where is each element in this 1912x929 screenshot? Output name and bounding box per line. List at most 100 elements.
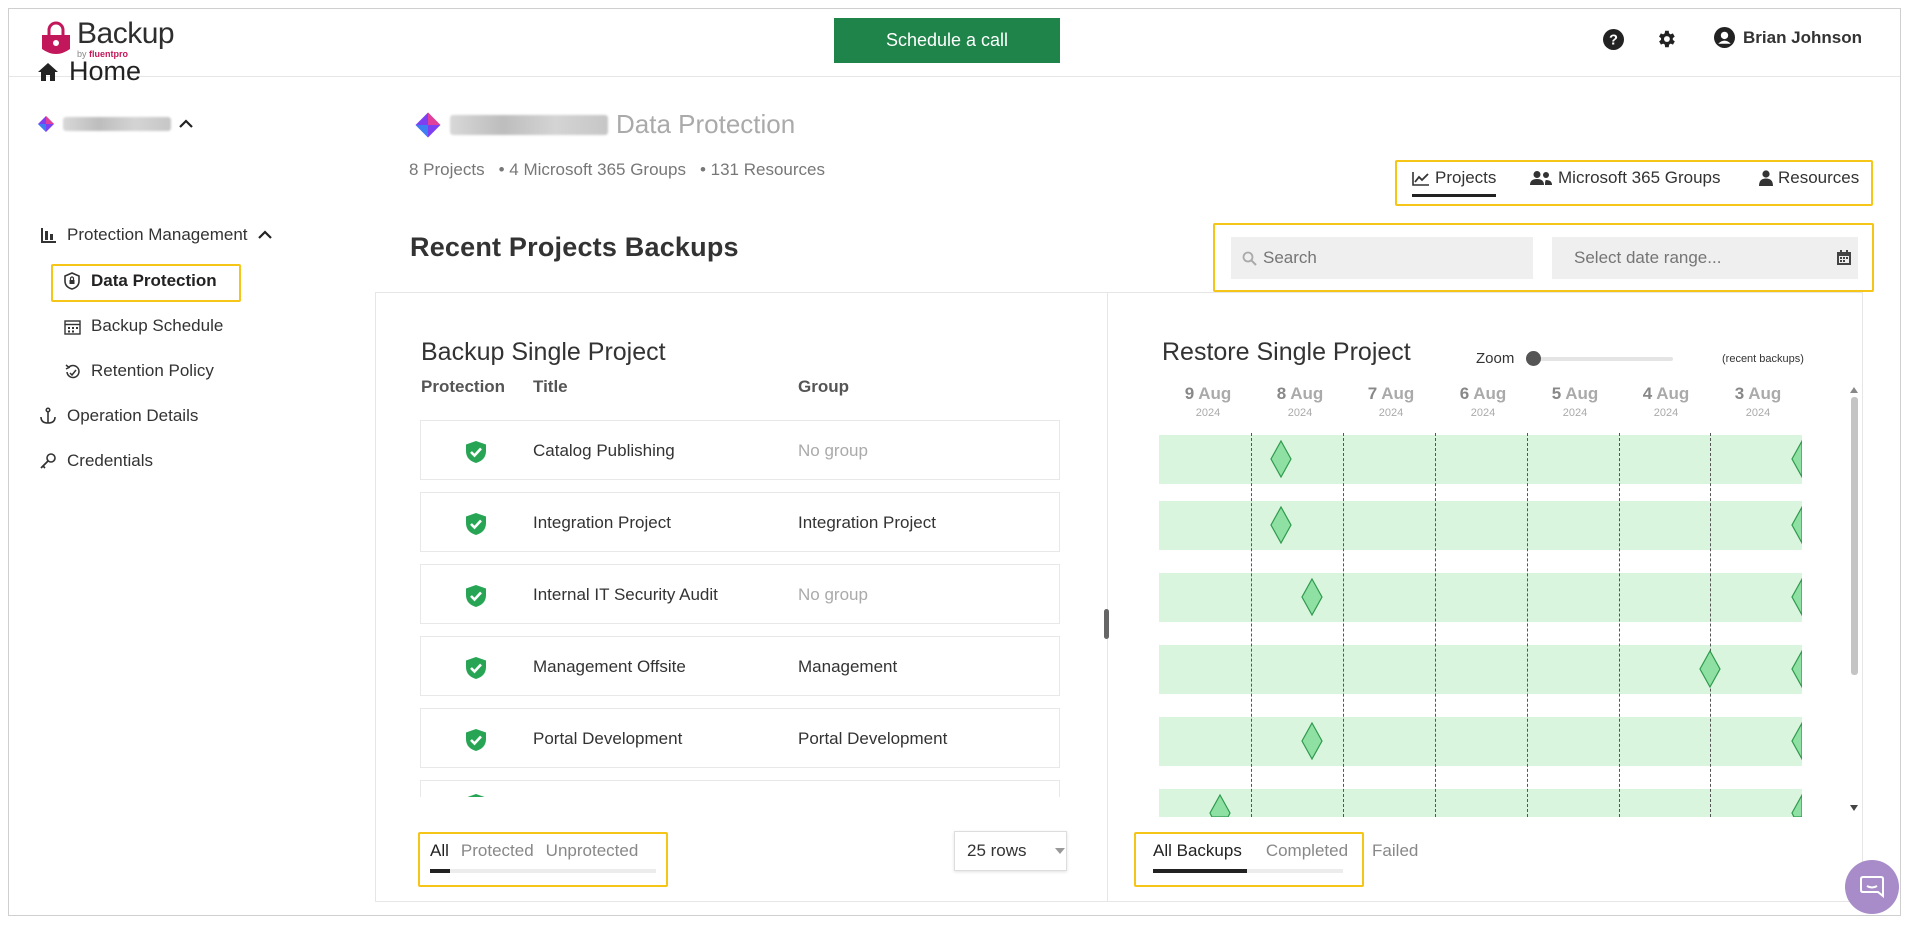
backup-marker-partial[interactable] xyxy=(1791,506,1802,544)
anchor-icon xyxy=(39,407,57,425)
table-row[interactable]: Catalog Publishing No group xyxy=(420,420,1060,480)
zoom-slider-track[interactable] xyxy=(1529,357,1673,361)
timeline-lane xyxy=(1159,789,1802,817)
backup-marker-partial[interactable] xyxy=(1791,578,1802,616)
row-title: Management Offsite xyxy=(533,657,686,676)
filter-unprotected[interactable]: Unprotected xyxy=(540,841,645,871)
timeline-lane xyxy=(1159,573,1802,622)
users-icon xyxy=(1530,171,1552,185)
column-title[interactable]: Title xyxy=(533,377,568,397)
shield-check-icon xyxy=(466,585,486,607)
gear-icon[interactable] xyxy=(1654,27,1678,51)
rows-per-page-select[interactable]: 25 rows xyxy=(954,831,1067,871)
table-row[interactable]: Internal IT Security Audit No group xyxy=(420,564,1060,624)
chevron-up-icon xyxy=(257,230,272,239)
row-group: No group xyxy=(798,441,868,460)
user-menu[interactable]: Brian Johnson xyxy=(1714,27,1862,48)
sidebar-item-backup-schedule[interactable]: Backup Schedule xyxy=(63,316,223,336)
backup-marker[interactable] xyxy=(1699,650,1721,688)
schedule-call-button[interactable]: Schedule a call xyxy=(834,18,1060,63)
logo-wordmark: Backup xyxy=(77,17,175,50)
groups-count: • 4 Microsoft 365 Groups xyxy=(498,160,686,179)
backup-marker-partial[interactable] xyxy=(1791,440,1802,478)
sidebar-item-operation-details[interactable]: Operation Details xyxy=(39,406,198,426)
sidebar-item-protection-management[interactable]: Protection Management xyxy=(39,225,272,245)
recent-backups-label: (recent backups) xyxy=(1722,353,1804,365)
panel-resize-handle[interactable] xyxy=(1104,609,1109,639)
scroll-up-icon[interactable] xyxy=(1850,387,1858,393)
shield-check-icon xyxy=(466,729,486,751)
tab-resources[interactable]: Resources xyxy=(1759,168,1859,188)
tab-projects[interactable]: Projects xyxy=(1412,168,1497,197)
backup-marker-partial[interactable] xyxy=(1791,722,1802,760)
timeline-lane xyxy=(1159,435,1802,484)
table-row[interactable]: Management Offsite Management xyxy=(420,636,1060,696)
backup-marker[interactable] xyxy=(1270,506,1292,544)
timeline-date: 3 Aug 2024 xyxy=(1734,384,1782,419)
timeline-date: 6 Aug 2024 xyxy=(1459,384,1507,419)
calendar-icon[interactable] xyxy=(1836,249,1852,266)
timeline-date: 7 Aug 2024 xyxy=(1367,384,1415,419)
zoom-slider-thumb[interactable] xyxy=(1526,351,1541,366)
chevron-up-icon xyxy=(179,119,193,128)
timeline-lane xyxy=(1159,717,1802,766)
tenant-name-redacted xyxy=(63,117,171,131)
help-icon[interactable]: ? xyxy=(1601,27,1625,51)
projects-count: 8 Projects xyxy=(409,160,485,179)
sidebar-item-retention-policy[interactable]: Retention Policy xyxy=(63,361,214,381)
timeline-scrollbar-thumb[interactable] xyxy=(1851,397,1858,675)
tenant-logo-icon xyxy=(415,112,441,137)
filter-failed[interactable]: Failed xyxy=(1366,841,1424,871)
backup-marker[interactable] xyxy=(1209,794,1231,817)
tenant-selector[interactable] xyxy=(37,115,193,133)
timeline-gridline xyxy=(1527,433,1528,817)
key-icon xyxy=(39,452,57,470)
row-group: Integration Project xyxy=(798,513,936,532)
app-window: Backup by fluentpro Schedule a call ? Br… xyxy=(8,8,1901,916)
sidebar-item-data-protection[interactable]: Data Protection xyxy=(63,271,217,291)
filter-completed[interactable]: Completed xyxy=(1260,841,1354,871)
project-header: Data Protection xyxy=(414,109,795,140)
timeline-date: 5 Aug 2024 xyxy=(1551,384,1599,419)
filter-all-backups[interactable]: All Backups xyxy=(1147,841,1248,871)
backup-marker[interactable] xyxy=(1270,440,1292,478)
backup-marker[interactable] xyxy=(1301,722,1323,760)
sidebar-item-home[interactable]: Home xyxy=(37,56,141,87)
backup-marker[interactable] xyxy=(1301,578,1323,616)
search-input[interactable] xyxy=(1231,237,1533,279)
table-row-partial[interactable] xyxy=(420,780,1060,797)
backup-marker-partial[interactable] xyxy=(1791,794,1802,817)
resources-count: • 131 Resources xyxy=(699,160,825,179)
chat-button[interactable] xyxy=(1845,860,1899,914)
row-title: Integration Project xyxy=(533,513,671,532)
svg-text:?: ? xyxy=(1609,32,1618,48)
retention-icon xyxy=(63,362,81,380)
column-protection[interactable]: Protection xyxy=(421,377,505,397)
scroll-down-icon[interactable] xyxy=(1850,805,1858,811)
zoom-label: Zoom xyxy=(1476,350,1515,367)
filter-protected[interactable]: Protected xyxy=(455,841,540,871)
bar-chart-icon xyxy=(39,226,57,244)
column-group[interactable]: Group xyxy=(798,377,849,397)
backup-panel-title: Backup Single Project xyxy=(421,338,666,366)
timeline-gridline xyxy=(1435,433,1436,817)
date-range-input[interactable] xyxy=(1552,237,1858,279)
tab-microsoft-365-groups[interactable]: Microsoft 365 Groups xyxy=(1529,168,1721,188)
chat-icon xyxy=(1860,876,1884,899)
row-group: No group xyxy=(798,585,868,604)
table-row[interactable]: Portal Development Portal Development xyxy=(420,708,1060,768)
timeline-date: 4 Aug 2024 xyxy=(1642,384,1690,419)
data-protection-label: Data Protection xyxy=(91,271,217,290)
credentials-label: Credentials xyxy=(67,451,153,470)
timeline-gridline xyxy=(1710,433,1711,817)
table-row[interactable]: Integration Project Integration Project xyxy=(420,492,1060,552)
filter-all[interactable]: All xyxy=(424,841,455,871)
backup-marker-partial[interactable] xyxy=(1791,650,1802,688)
tenant-name-redacted xyxy=(450,114,608,135)
tab-resources-label: Resources xyxy=(1778,168,1860,187)
retention-policy-label: Retention Policy xyxy=(91,361,214,380)
shield-check-icon xyxy=(466,441,486,463)
protection-filter-tabs: All Protected Unprotected xyxy=(424,841,644,871)
section-title: Recent Projects Backups xyxy=(410,232,739,262)
sidebar-item-credentials[interactable]: Credentials xyxy=(39,451,153,471)
